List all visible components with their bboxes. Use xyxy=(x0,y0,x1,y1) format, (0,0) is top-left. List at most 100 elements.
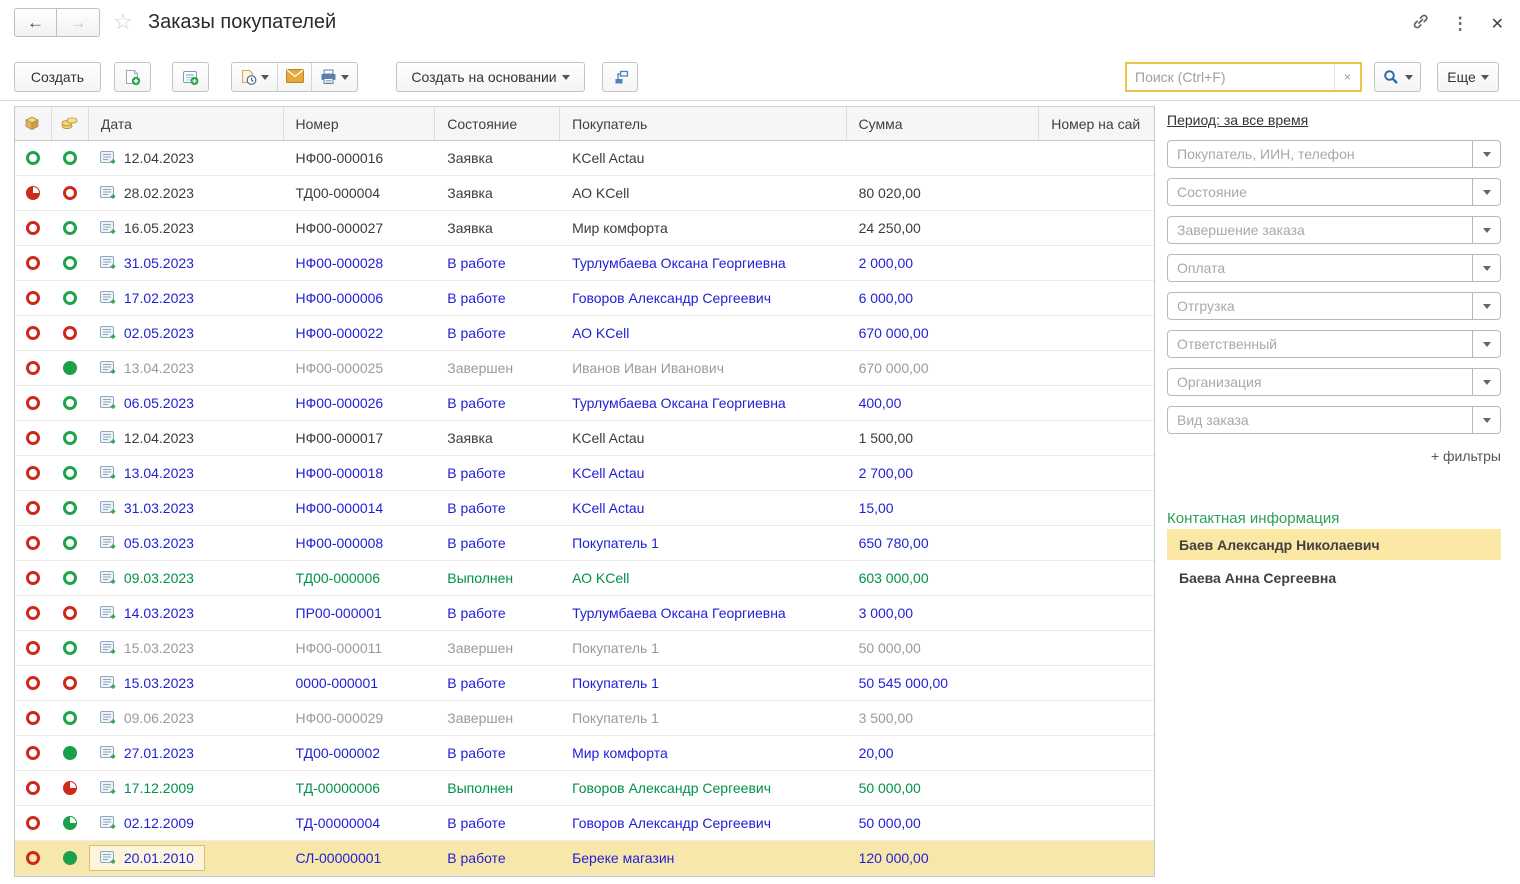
chevron-down-icon xyxy=(1483,342,1491,347)
table-row[interactable]: 17.12.2009 ТД-00000006 Выполнен Говоров … xyxy=(15,771,1154,806)
filter-dropdown-button[interactable] xyxy=(1472,293,1500,319)
table-row[interactable]: 12.04.2023 НФ00-000017 Заявка KCell Acta… xyxy=(15,421,1154,456)
search-field-wrap: × xyxy=(1125,62,1362,92)
column-header-date[interactable]: Дата xyxy=(89,107,284,140)
chevron-down-icon xyxy=(562,75,570,80)
table-row[interactable]: 05.03.2023 НФ00-000008 В работе Покупате… xyxy=(15,526,1154,561)
table-row[interactable]: 27.01.2023 ТД00-000002 В работе Мир комф… xyxy=(15,736,1154,771)
filter-combobox xyxy=(1167,140,1501,168)
table-row[interactable]: 09.06.2023 НФ00-000029 Завершен Покупате… xyxy=(15,701,1154,736)
order-buyer: KCell Actau xyxy=(560,456,847,490)
order-date: 17.12.2009 xyxy=(124,780,194,796)
kebab-menu-icon[interactable]: ⋮ xyxy=(1452,14,1469,34)
link-icon[interactable] xyxy=(1411,12,1430,36)
table-row[interactable]: 14.03.2023 ПР00-000001 В работе Турлумба… xyxy=(15,596,1154,631)
filter-input[interactable] xyxy=(1168,179,1472,205)
table-row[interactable]: 13.04.2023 НФ00-000018 В работе KCell Ac… xyxy=(15,456,1154,491)
contacts-list: Баев Александр Николаевич Баева Анна Сер… xyxy=(1167,529,1501,593)
order-site-number xyxy=(1039,246,1154,280)
table-row[interactable]: 02.05.2023 НФ00-000022 В работе АО KCell… xyxy=(15,316,1154,351)
order-site-number xyxy=(1039,456,1154,490)
column-header-number[interactable]: Номер xyxy=(284,107,436,140)
filter-input[interactable] xyxy=(1168,217,1472,243)
document-actions-group xyxy=(231,62,358,92)
order-amount: 15,00 xyxy=(847,491,1040,525)
table-row[interactable]: 09.03.2023 ТД00-000006 Выполнен АО KCell… xyxy=(15,561,1154,596)
table-row[interactable]: 12.04.2023 НФ00-000016 Заявка KCell Acta… xyxy=(15,141,1154,176)
order-state: В работе xyxy=(435,526,560,560)
filter-input[interactable] xyxy=(1168,255,1472,281)
filter-dropdown-button[interactable] xyxy=(1472,217,1500,243)
table-row[interactable]: 20.01.2010 СЛ-00000001 В работе Береке м… xyxy=(15,841,1154,876)
contact-item[interactable]: Баева Анна Сергеевна xyxy=(1167,562,1501,593)
filter-input[interactable] xyxy=(1168,407,1472,433)
filter-dropdown-button[interactable] xyxy=(1472,179,1500,205)
order-number: НФ00-000006 xyxy=(284,281,436,315)
table-row[interactable]: 28.02.2023 ТД00-000004 Заявка АО KCell 8… xyxy=(15,176,1154,211)
table-row[interactable]: 15.03.2023 0000-000001 В работе Покупате… xyxy=(15,666,1154,701)
add-filters-link[interactable]: + фильтры xyxy=(1167,448,1501,464)
order-state: Заявка xyxy=(435,421,560,455)
shipment-status-icon xyxy=(26,641,40,655)
document-posted-icon xyxy=(100,641,117,655)
back-button[interactable]: ← xyxy=(14,8,57,37)
favorite-star-icon[interactable]: ☆ xyxy=(113,9,133,35)
column-header-shipment[interactable] xyxy=(15,107,52,140)
filter-dropdown-button[interactable] xyxy=(1472,255,1500,281)
send-email-button[interactable] xyxy=(278,63,312,91)
table-row[interactable]: 31.03.2023 НФ00-000014 В работе KCell Ac… xyxy=(15,491,1154,526)
order-amount: 50 000,00 xyxy=(847,631,1040,665)
column-header-payment[interactable] xyxy=(52,107,89,140)
new-form-button[interactable] xyxy=(172,62,209,92)
contact-item[interactable]: Баев Александр Николаевич xyxy=(1167,529,1501,560)
filter-dropdown-button[interactable] xyxy=(1472,407,1500,433)
table-row[interactable]: 15.03.2023 НФ00-000011 Завершен Покупате… xyxy=(15,631,1154,666)
document-posted-icon xyxy=(100,151,117,165)
filter-input[interactable] xyxy=(1168,369,1472,395)
order-number: НФ00-000022 xyxy=(284,316,436,350)
search-button[interactable] xyxy=(1374,62,1421,92)
column-header-site-number[interactable]: Номер на сай xyxy=(1039,107,1154,140)
payment-status-icon xyxy=(63,291,77,305)
forward-button[interactable]: → xyxy=(57,8,100,37)
close-icon[interactable]: ✕ xyxy=(1491,14,1504,34)
related-documents-button[interactable] xyxy=(602,62,638,92)
search-clear-icon[interactable]: × xyxy=(1334,64,1360,90)
more-button[interactable]: Еще xyxy=(1437,62,1499,92)
new-document-button[interactable] xyxy=(114,62,151,92)
filter-dropdown-button[interactable] xyxy=(1472,369,1500,395)
chevron-down-icon xyxy=(1483,304,1491,309)
postpone-document-button[interactable] xyxy=(232,63,278,91)
filter-input[interactable] xyxy=(1168,293,1472,319)
order-date: 09.03.2023 xyxy=(124,570,194,586)
filter-input[interactable] xyxy=(1168,331,1472,357)
column-header-buyer[interactable]: Покупатель xyxy=(560,107,846,140)
chevron-down-icon xyxy=(1483,190,1491,195)
table-row[interactable]: 16.05.2023 НФ00-000027 Заявка Мир комфор… xyxy=(15,211,1154,246)
create-button[interactable]: Создать xyxy=(14,62,101,92)
table-row[interactable]: 17.02.2023 НФ00-000006 В работе Говоров … xyxy=(15,281,1154,316)
document-posted-icon xyxy=(100,851,117,865)
document-posted-icon xyxy=(100,256,117,270)
order-buyer: Береке магазин xyxy=(560,841,847,875)
search-input[interactable] xyxy=(1127,69,1334,85)
filter-dropdown-button[interactable] xyxy=(1472,331,1500,357)
period-link[interactable]: Период: за все время xyxy=(1167,112,1308,128)
order-state: Заявка xyxy=(435,211,560,245)
table-row[interactable]: 06.05.2023 НФ00-000026 В работе Турлумба… xyxy=(15,386,1154,421)
column-header-state[interactable]: Состояние xyxy=(435,107,560,140)
filter-combobox xyxy=(1167,330,1501,358)
table-row[interactable]: 13.04.2023 НФ00-000025 Завершен Иванов И… xyxy=(15,351,1154,386)
payment-status-icon xyxy=(63,711,77,725)
order-date: 06.05.2023 xyxy=(124,395,194,411)
table-row[interactable]: 31.05.2023 НФ00-000028 В работе Турлумба… xyxy=(15,246,1154,281)
order-site-number xyxy=(1039,316,1154,350)
create-based-on-button[interactable]: Создать на основании xyxy=(396,62,585,92)
document-posted-icon xyxy=(100,396,117,410)
print-button[interactable] xyxy=(312,63,357,91)
table-row[interactable]: 02.12.2009 ТД-00000004 В работе Говоров … xyxy=(15,806,1154,841)
filter-input[interactable] xyxy=(1168,141,1472,167)
column-header-amount[interactable]: Сумма xyxy=(847,107,1040,140)
new-document-icon xyxy=(124,69,141,86)
filter-dropdown-button[interactable] xyxy=(1472,141,1500,167)
